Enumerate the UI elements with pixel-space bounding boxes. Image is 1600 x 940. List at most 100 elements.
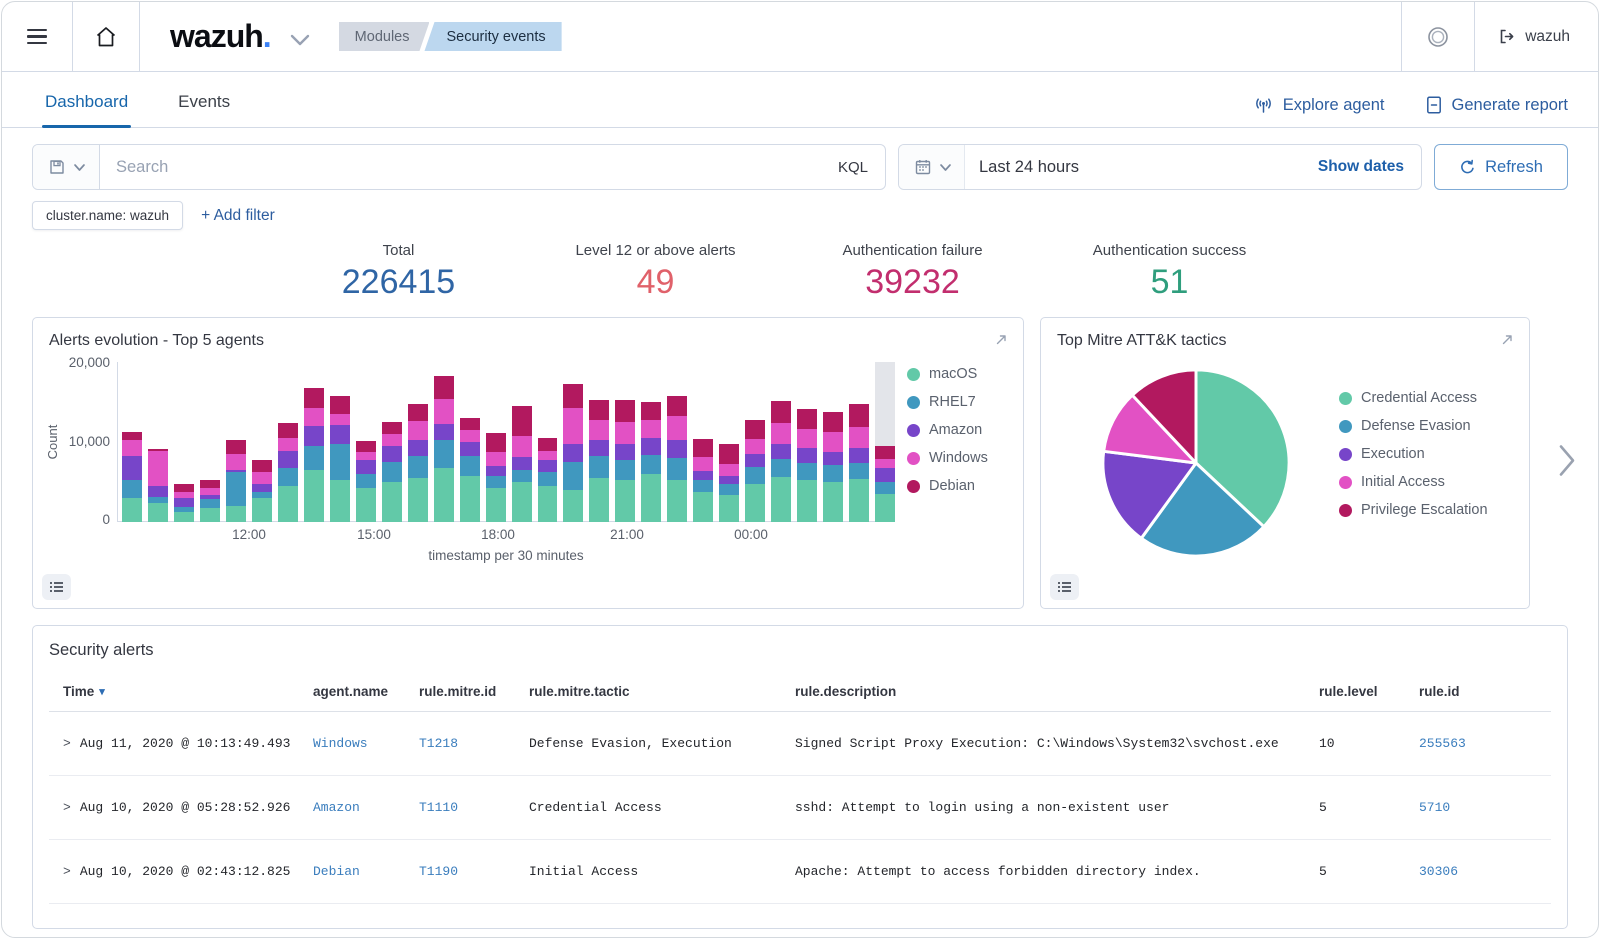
bar-segment-macos[interactable] bbox=[771, 477, 791, 522]
home-button[interactable] bbox=[73, 2, 139, 71]
bar-segment-debian[interactable] bbox=[304, 388, 324, 408]
bar-segment-windows[interactable] bbox=[641, 420, 661, 438]
bar-segment-rhel7[interactable] bbox=[356, 474, 376, 488]
bar-segment-debian[interactable] bbox=[278, 423, 298, 438]
legend-item-amazon[interactable]: Amazon bbox=[907, 422, 988, 438]
breadcrumb-modules[interactable]: Modules bbox=[339, 22, 430, 51]
agent-link[interactable]: Debian bbox=[313, 864, 360, 879]
expand-panel-icon[interactable] bbox=[1500, 332, 1515, 347]
bar-28[interactable] bbox=[849, 404, 869, 522]
bar-17[interactable] bbox=[563, 384, 583, 522]
health-check-button[interactable] bbox=[1402, 2, 1474, 71]
bar-segment-rhel7[interactable] bbox=[797, 463, 817, 481]
bar-segment-windows[interactable] bbox=[278, 438, 298, 451]
agent-link[interactable]: Amazon bbox=[313, 800, 360, 815]
bar-segment-rhel7[interactable] bbox=[745, 467, 765, 485]
bar-segment-windows[interactable] bbox=[408, 421, 428, 440]
bar-segment-amazon[interactable] bbox=[434, 424, 454, 441]
tab-events[interactable]: Events bbox=[175, 92, 233, 127]
bar-segment-debian[interactable] bbox=[667, 396, 687, 417]
legend-item-execution[interactable]: Execution bbox=[1339, 446, 1488, 462]
bar-segment-macos[interactable] bbox=[148, 503, 168, 522]
legend-item-credential-access[interactable]: Credential Access bbox=[1339, 390, 1488, 406]
bar-segment-debian[interactable] bbox=[719, 444, 739, 464]
bar-segment-debian[interactable] bbox=[226, 440, 246, 454]
bar-segment-debian[interactable] bbox=[771, 401, 791, 423]
mitre-id-link[interactable]: T1190 bbox=[419, 864, 458, 879]
bar-segment-macos[interactable] bbox=[849, 479, 869, 522]
column-time[interactable]: Time ▾ bbox=[63, 684, 313, 699]
next-panels-button[interactable] bbox=[1557, 443, 1577, 484]
row-expand-icon[interactable]: > bbox=[63, 736, 71, 751]
bar-segment-amazon[interactable] bbox=[797, 448, 817, 462]
bar-segment-amazon[interactable] bbox=[693, 471, 713, 481]
bar-1[interactable] bbox=[148, 449, 168, 522]
column-rule-description[interactable]: rule.description bbox=[795, 684, 1319, 699]
menu-button[interactable] bbox=[2, 2, 72, 71]
bar-segment-amazon[interactable] bbox=[745, 454, 765, 467]
bar-segment-debian[interactable] bbox=[693, 439, 713, 457]
bar-segment-windows[interactable] bbox=[563, 408, 583, 444]
bar-19[interactable] bbox=[615, 400, 635, 522]
bar-segment-macos[interactable] bbox=[538, 486, 558, 522]
bar-segment-rhel7[interactable] bbox=[122, 480, 142, 498]
bar-segment-debian[interactable] bbox=[615, 400, 635, 422]
bar-13[interactable] bbox=[460, 418, 480, 522]
bar-segment-amazon[interactable] bbox=[278, 451, 298, 469]
bar-segment-macos[interactable] bbox=[200, 508, 220, 522]
bar-segment-macos[interactable] bbox=[797, 480, 817, 522]
bar-segment-windows[interactable] bbox=[771, 423, 791, 444]
bar-segment-amazon[interactable] bbox=[486, 466, 506, 476]
bar-segment-windows[interactable] bbox=[330, 414, 350, 425]
bar-segment-amazon[interactable] bbox=[356, 460, 376, 474]
bar-segment-macos[interactable] bbox=[278, 486, 298, 522]
bar-segment-amazon[interactable] bbox=[408, 440, 428, 456]
bar-segment-rhel7[interactable] bbox=[875, 482, 895, 494]
show-dates-button[interactable]: Show dates bbox=[1318, 158, 1421, 176]
bar-segment-windows[interactable] bbox=[693, 457, 713, 471]
bar-segment-rhel7[interactable] bbox=[589, 456, 609, 478]
bar-segment-amazon[interactable] bbox=[512, 457, 532, 470]
bar-segment-macos[interactable] bbox=[875, 494, 895, 522]
bar-segment-macos[interactable] bbox=[174, 512, 194, 522]
date-quick-select-button[interactable] bbox=[899, 145, 965, 189]
bar-segment-rhel7[interactable] bbox=[460, 456, 480, 476]
bar-segment-amazon[interactable] bbox=[148, 486, 168, 497]
bar-segment-rhel7[interactable] bbox=[330, 444, 350, 481]
generate-report-button[interactable]: Generate report bbox=[1425, 95, 1568, 115]
expand-panel-icon[interactable] bbox=[994, 332, 1009, 347]
stat-auth-failure[interactable]: Authentication failure 39232 bbox=[784, 242, 1041, 302]
bar-2[interactable] bbox=[174, 484, 194, 522]
bar-segment-windows[interactable] bbox=[434, 399, 454, 424]
bar-segment-macos[interactable] bbox=[667, 480, 687, 522]
bar-segment-macos[interactable] bbox=[615, 480, 635, 522]
bar-segment-debian[interactable] bbox=[382, 422, 402, 434]
bar-0[interactable] bbox=[122, 432, 142, 522]
legend-item-macos[interactable]: macOS bbox=[907, 366, 988, 382]
bar-segment-macos[interactable] bbox=[356, 488, 376, 522]
bar-segment-debian[interactable] bbox=[200, 480, 220, 487]
bar-segment-amazon[interactable] bbox=[382, 446, 402, 462]
bar-segment-rhel7[interactable] bbox=[849, 463, 869, 479]
bar-segment-amazon[interactable] bbox=[641, 438, 661, 455]
bar-29[interactable] bbox=[875, 362, 895, 522]
bar-segment-debian[interactable] bbox=[512, 406, 532, 436]
bar-segment-debian[interactable] bbox=[434, 376, 454, 398]
legend-toggle-button[interactable] bbox=[42, 574, 71, 600]
bar-segment-windows[interactable] bbox=[538, 451, 558, 460]
legend-item-defense-evasion[interactable]: Defense Evasion bbox=[1339, 418, 1488, 434]
bar-segment-amazon[interactable] bbox=[849, 448, 869, 462]
bar-23[interactable] bbox=[719, 444, 739, 522]
bar-segment-amazon[interactable] bbox=[667, 440, 687, 458]
bar-10[interactable] bbox=[382, 422, 402, 522]
rule-id-link[interactable]: 5710 bbox=[1419, 800, 1450, 815]
bar-segment-rhel7[interactable] bbox=[719, 484, 739, 494]
legend-item-rhel7[interactable]: RHEL7 bbox=[907, 394, 988, 410]
bar-segment-macos[interactable] bbox=[719, 495, 739, 522]
bar-segment-macos[interactable] bbox=[589, 478, 609, 522]
bar-segment-rhel7[interactable] bbox=[304, 446, 324, 470]
bar-segment-windows[interactable] bbox=[356, 452, 376, 460]
bar-segment-debian[interactable] bbox=[745, 420, 765, 439]
bar-segment-debian[interactable] bbox=[356, 441, 376, 452]
mitre-id-link[interactable]: T1218 bbox=[419, 736, 458, 751]
